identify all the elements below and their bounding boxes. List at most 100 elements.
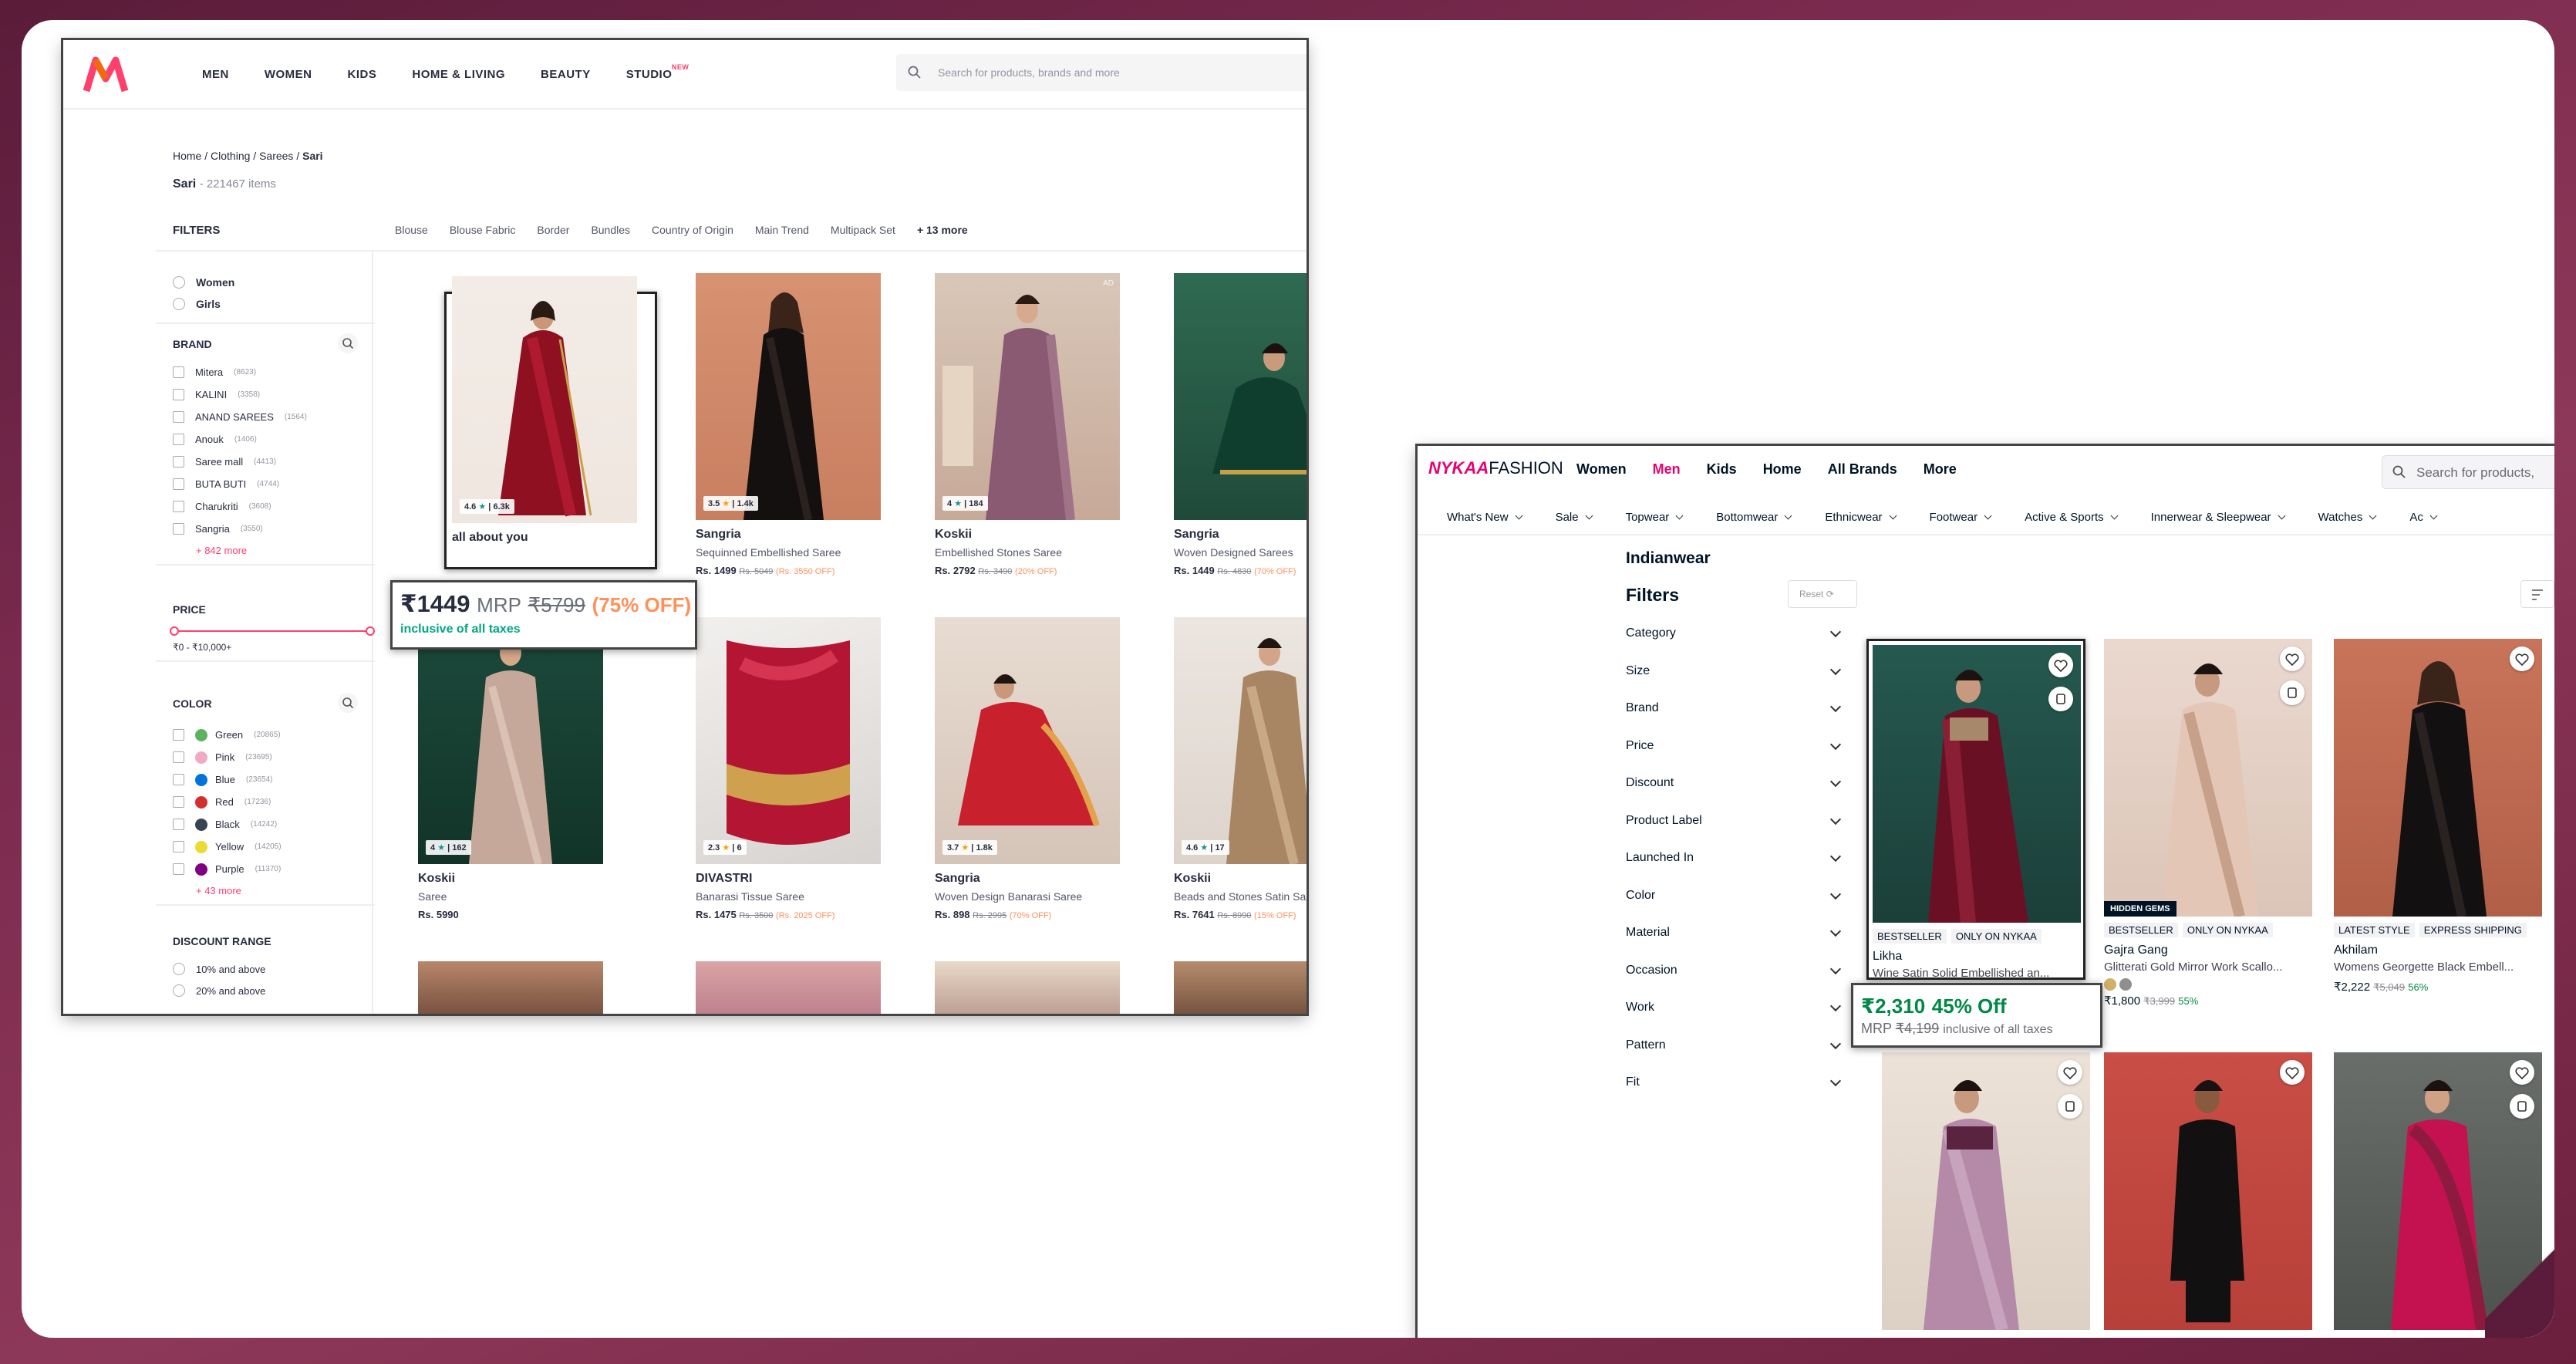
chip-border[interactable]: Border [537,224,569,236]
filter-category[interactable]: Category [1626,623,1846,661]
price-slider[interactable] [170,626,375,636]
nav-home-living[interactable]: HOME & LIVING [412,68,505,81]
brand-option[interactable]: BUTA BUTI (4744) [173,473,358,495]
product-card[interactable] [2104,1052,2312,1330]
filter-occasion[interactable]: Occasion [1626,961,1846,998]
chip-country-of-origin[interactable]: Country of Origin [652,224,733,236]
filter-fit[interactable]: Fit [1626,1072,1846,1110]
filter-material[interactable]: Material [1626,923,1846,961]
discount-option[interactable]: 20% and above [173,980,358,1001]
subnav-whats-new[interactable]: What's New [1447,511,1522,524]
similar-products-icon[interactable] [2058,1094,2082,1119]
myntra-logo-icon[interactable] [83,56,128,94]
breadcrumb-sarees[interactable]: Sarees [259,150,293,162]
nav-all-brands[interactable]: All Brands [1828,461,1897,478]
subnav-sale[interactable]: Sale [1556,511,1592,524]
product-card[interactable]: 2.3 ★ | 6 DIVASTRI Banarasi Tissue Saree… [696,617,881,920]
subnav-active-sports[interactable]: Active & Sports [2025,511,2117,524]
grey-swatch[interactable] [2119,978,2132,991]
chip-blouse-fabric[interactable]: Blouse Fabric [450,224,516,236]
wishlist-heart-icon[interactable] [2058,1060,2082,1085]
nav-kids[interactable]: KIDS [348,68,377,81]
price-slider-max-handle[interactable] [366,626,375,636]
color-option[interactable]: Green (20865) [173,724,358,746]
similar-products-icon[interactable] [2510,1094,2534,1119]
similar-products-icon[interactable] [2280,680,2305,705]
nav-home[interactable]: Home [1763,461,1802,478]
filter-color[interactable]: Color [1626,886,1846,923]
chip-more[interactable]: + 13 more [917,224,968,236]
filter-brand[interactable]: Brand [1626,698,1846,736]
wishlist-heart-icon[interactable] [2510,647,2534,671]
nav-more[interactable]: More [1924,461,1957,478]
subnav-topwear[interactable]: Topwear [1626,511,1683,524]
brand-option[interactable]: Sangria (3550) [173,518,358,540]
product-card[interactable] [696,961,881,1014]
brand-option[interactable]: KALINI (3358) [173,383,358,406]
nav-beauty[interactable]: BEAUTY [541,68,591,81]
color-more-link[interactable]: + 43 more [196,885,358,896]
sort-button[interactable] [2520,580,2554,608]
color-search-icon[interactable] [338,693,358,713]
nav-men[interactable]: Men [1653,461,1681,478]
nav-men[interactable]: MEN [202,68,229,81]
subnav-footwear[interactable]: Footwear [1930,511,1991,524]
filter-product-label[interactable]: Product Label [1626,811,1846,849]
discount-option[interactable]: 10% and above [173,958,358,980]
product-card[interactable] [1882,1052,2090,1330]
filter-discount[interactable]: Discount [1626,773,1846,811]
subnav-innerwear[interactable]: Innerwear & Sleepwear [2151,511,2284,524]
chip-multipack-set[interactable]: Multipack Set [831,224,895,236]
subnav-bottomwear[interactable]: Bottomwear [1716,511,1791,524]
product-card[interactable]: Sangria Woven Designed Sarees Rs. 1449 R… [1174,273,1307,576]
wishlist-heart-icon[interactable] [2048,653,2073,677]
filter-work[interactable]: Work [1626,998,1846,1035]
nykaa-search-input[interactable]: Search for products, [2382,455,2554,489]
brand-option[interactable]: Anouk (1406) [173,428,358,451]
brand-option[interactable]: ANAND SAREES (1564) [173,406,358,428]
myntra-search-input[interactable]: Search for products, brands and more [896,54,1307,91]
product-card[interactable]: BESTSELLER ONLY ON NYKAA Likha Wine Satin… [1873,645,2081,980]
reset-button[interactable]: Reset ⟳ [1788,580,1857,608]
wishlist-heart-icon[interactable] [2280,647,2305,671]
wishlist-heart-icon[interactable] [2280,1060,2305,1085]
filter-price[interactable]: Price [1626,736,1846,774]
product-card[interactable]: AD 4.6 ★ | 17 Koskii Beads and Stones Sa… [1174,617,1307,920]
nav-kids[interactable]: Kids [1707,461,1737,478]
chip-blouse[interactable]: Blouse [395,224,428,236]
color-option[interactable]: Red (17236) [173,791,358,813]
breadcrumb-home[interactable]: Home [173,150,201,162]
color-option[interactable]: Blue (23654) [173,768,358,791]
product-card[interactable]: 4 ★ | 162 AD Koskii Saree Rs. 5990 [418,617,603,920]
subnav-ethnicwear[interactable]: Ethnicwear [1825,511,1895,524]
brand-option[interactable]: Saree mall (4413) [173,451,358,473]
subnav-watches[interactable]: Watches [2318,511,2376,524]
product-card[interactable] [935,961,1120,1014]
filter-pattern[interactable]: Pattern [1626,1035,1846,1073]
product-card[interactable]: LATEST STYLE EXPRESS SHIPPING Akhilam Wom… [2334,639,2542,994]
product-card[interactable] [418,961,603,1014]
similar-products-icon[interactable] [2048,687,2073,711]
brand-option[interactable]: Mitera (8623) [173,361,358,383]
subnav-accessories[interactable]: Ac [2409,511,2436,524]
color-option[interactable]: Purple (11370) [173,858,358,880]
color-option[interactable]: Black (14242) [173,813,358,836]
filter-size[interactable]: Size [1626,661,1846,699]
product-card[interactable]: 3.5 ★ | 1.4k Sangria Sequinned Embellish… [696,273,881,576]
filter-launched-in[interactable]: Launched In [1626,848,1846,886]
product-card[interactable] [1174,961,1307,1014]
gender-women[interactable]: Women [173,272,358,293]
breadcrumb-clothing[interactable]: Clothing [211,150,250,162]
nav-studio[interactable]: STUDIO NEW [626,63,689,81]
brand-search-icon[interactable] [338,333,358,353]
brand-more-link[interactable]: + 842 more [196,545,358,556]
color-option[interactable]: Yellow (14205) [173,836,358,858]
nav-women[interactable]: WOMEN [265,68,312,81]
product-card[interactable]: 4.6 ★ | 6.3k all about you [452,276,637,545]
nav-women[interactable]: Women [1576,461,1627,478]
product-card[interactable]: 3.7 ★ | 1.8k Sangria Woven Design Banara… [935,617,1120,920]
product-card[interactable]: AD 4 ★ | 184 Koskii Embellished Stones S… [935,273,1120,576]
nykaa-logo[interactable]: NYKAAFASHION [1428,458,1563,478]
color-option[interactable]: Pink (23695) [173,746,358,768]
price-slider-min-handle[interactable] [170,626,179,636]
